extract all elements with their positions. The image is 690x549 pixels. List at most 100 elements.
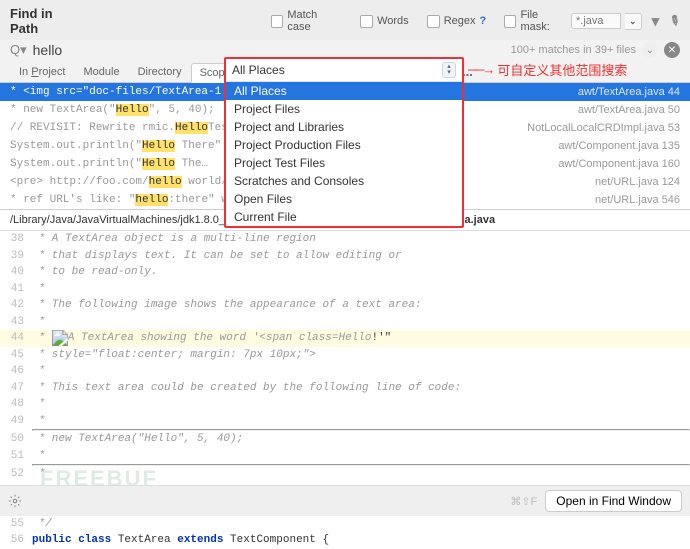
result-location: awt/TextArea.java 44 (578, 86, 680, 98)
line-number: 40 (0, 264, 32, 281)
code-line: 40 * to be read-only. (0, 264, 690, 281)
line-number: 39 (0, 248, 32, 265)
code-text: * (32, 314, 690, 331)
code-text: * This text area could be created by the… (32, 380, 690, 397)
match-case-checkbox[interactable]: Match case (271, 9, 342, 33)
clear-icon[interactable]: ✕ (664, 42, 680, 58)
line-number: 46 (0, 363, 32, 380)
code-text: * new TextArea("Hello", 5, 40); (32, 431, 690, 448)
code-text: * Hello!'" (32, 330, 690, 347)
code-line: 52 * (0, 466, 690, 483)
file-mask-checkbox[interactable]: File mask: (504, 9, 567, 33)
code-line: 48 * (0, 396, 690, 413)
code-text: * (32, 363, 690, 380)
expand-icon[interactable]: ⌄ (642, 42, 658, 58)
result-location: net/URL.java 546 (595, 194, 680, 206)
code-text: */ (32, 516, 690, 533)
file-mask-chevron-icon[interactable]: ⌄ (625, 13, 642, 30)
code-line: 43 * (0, 314, 690, 331)
code-text: * that displays text. It can be set to a… (32, 248, 690, 265)
code-line: 55 */ (0, 516, 690, 533)
scope-dropdown-item[interactable]: Project Files (226, 100, 462, 118)
code-text: * (32, 413, 690, 432)
search-history-icon[interactable]: Q▾ (10, 42, 27, 58)
regex-label: Regex (444, 15, 476, 27)
shortcut-hint: ⌘⇧F (510, 495, 537, 508)
line-number: 44 (0, 330, 32, 347)
scope-dropdown-item[interactable]: Scratches and Consoles (226, 172, 462, 190)
scope-dropdown[interactable]: All Places ▴▾ All PlacesProject FilesPro… (224, 57, 464, 228)
file-mask-label: File mask: (520, 9, 567, 33)
scope-dropdown-list: All PlacesProject FilesProject and Libra… (226, 82, 462, 226)
code-line: 38 * A TextArea object is a multi-line r… (0, 231, 690, 248)
tab-module[interactable]: Module (74, 62, 128, 82)
code-line: 44 * Hello!'" (0, 330, 690, 347)
search-input[interactable] (33, 42, 505, 58)
code-text: public class TextArea extends TextCompon… (32, 532, 690, 549)
code-text: * to be read-only. (32, 264, 690, 281)
scope-dropdown-item[interactable]: Open Files (226, 190, 462, 208)
line-number: 52 (0, 466, 32, 483)
scope-dropdown-item[interactable]: Project Test Files (226, 154, 462, 172)
code-line: 50 * new TextArea("Hello", 5, 40); (0, 431, 690, 448)
arrow-icon: ──→ (468, 62, 493, 77)
checkbox-box (427, 15, 440, 28)
scope-dropdown-item[interactable]: Project and Libraries (226, 118, 462, 136)
pin-icon[interactable]: ✎ (665, 11, 683, 30)
line-number: 55 (0, 516, 32, 533)
line-number: 56 (0, 532, 32, 549)
dialog-title: Find in Path (10, 6, 83, 36)
line-number: 41 (0, 281, 32, 298)
code-line: 49 * (0, 413, 690, 432)
footer-bar: ⌘⇧F Open in Find Window (0, 485, 690, 516)
code-line: 56public class TextArea extends TextComp… (0, 532, 690, 549)
code-line: 41 * (0, 281, 690, 298)
line-number: 43 (0, 314, 32, 331)
title-bar: Find in Path Match case Words Regex ? Fi… (0, 0, 690, 40)
line-number: 51 (0, 448, 32, 467)
scope-dropdown-item[interactable]: Project Production Files (226, 136, 462, 154)
code-text: * A TextArea object is a multi-line regi… (32, 231, 690, 248)
code-text: * (32, 396, 690, 413)
file-mask-input[interactable] (571, 13, 621, 29)
words-label: Words (377, 15, 409, 27)
annotation-text: 可自定义其他范围搜索 (497, 60, 627, 79)
line-number: 48 (0, 396, 32, 413)
words-checkbox[interactable]: Words (360, 15, 409, 28)
line-number: 38 (0, 231, 32, 248)
result-location: NotLocalLocalCRDImpl.java 53 (527, 122, 680, 134)
checkbox-box (504, 15, 516, 28)
checkbox-box (271, 15, 284, 28)
line-number: 50 (0, 431, 32, 448)
filter-icon[interactable]: ▾ (652, 12, 660, 30)
code-text: * The following image shows the appearan… (32, 297, 690, 314)
gear-icon[interactable] (8, 494, 22, 508)
code-line: 51 * (0, 448, 690, 467)
code-line: 39 * that displays text. It can be set t… (0, 248, 690, 265)
line-number: 42 (0, 297, 32, 314)
match-count-label: 100+ matches in 39+ files (511, 44, 636, 56)
code-line: 47 * This text area could be created by … (0, 380, 690, 397)
line-number: 45 (0, 347, 32, 364)
code-line: 46 * (0, 363, 690, 380)
result-location: awt/TextArea.java 50 (578, 104, 680, 116)
code-text: * (32, 466, 690, 483)
tab-directory[interactable]: Directory (129, 62, 191, 82)
dropdown-chevrons-icon[interactable]: ▴▾ (442, 62, 456, 78)
line-number: 49 (0, 413, 32, 432)
result-location: awt/Component.java 160 (558, 158, 680, 170)
scope-dropdown-selected[interactable]: All Places ▴▾ (226, 59, 462, 82)
tab-in-project[interactable]: In Project (10, 62, 74, 82)
line-number: 47 (0, 380, 32, 397)
match-case-label: Match case (287, 9, 342, 33)
code-line: 42 * The following image shows the appea… (0, 297, 690, 314)
code-text: * style="float:center; margin: 7px 10px;… (32, 347, 690, 364)
regex-checkbox[interactable]: Regex ? (427, 15, 487, 28)
scope-dropdown-item[interactable]: Current File (226, 208, 462, 226)
code-text: * (32, 281, 690, 298)
result-location: awt/Component.java 135 (558, 140, 680, 152)
open-in-find-window-button[interactable]: Open in Find Window (545, 490, 682, 512)
code-text: * (32, 448, 690, 467)
regex-help-icon[interactable]: ? (479, 15, 486, 27)
scope-dropdown-item[interactable]: All Places (226, 82, 462, 100)
